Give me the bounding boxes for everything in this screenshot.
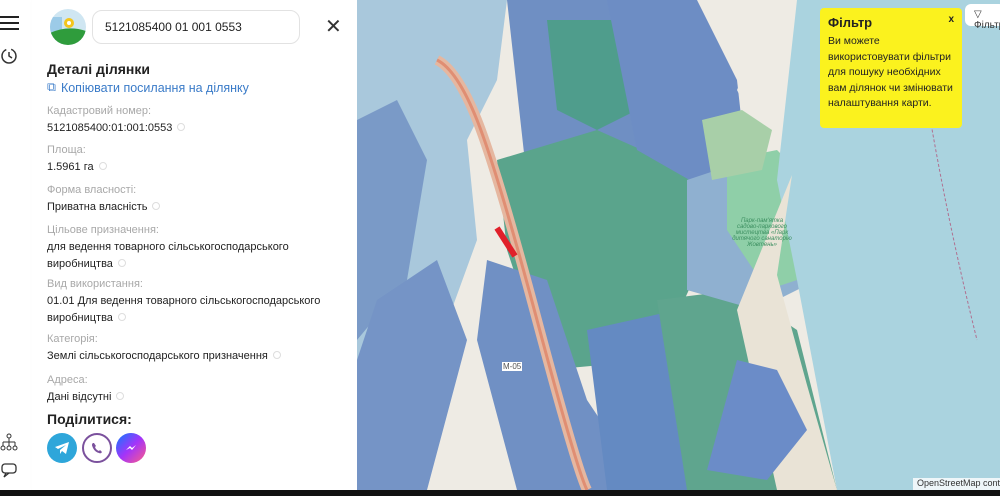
- telegram-share-button[interactable]: [47, 433, 77, 463]
- viber-icon: [92, 443, 102, 454]
- field-label: Цільове призначення:: [47, 224, 159, 236]
- menu-icon[interactable]: [0, 12, 22, 34]
- close-icon[interactable]: ✕: [325, 14, 342, 39]
- park-label: Парк-пам'ятка садово-паркового мистецтва…: [732, 218, 792, 248]
- copy-icon: ⧉: [47, 80, 56, 94]
- field-area: Площа: 1.5961 га: [47, 143, 347, 176]
- field-cadastral-number: Кадастровий номер: 5121085400:01:001:0553: [47, 104, 347, 137]
- app-logo[interactable]: [50, 9, 86, 45]
- icon-rail: [0, 0, 32, 490]
- field-value: 1.5961 га: [47, 161, 94, 173]
- history-icon[interactable]: [0, 44, 22, 66]
- copy-icon[interactable]: [116, 392, 125, 400]
- field-label: Адреса:: [47, 374, 88, 386]
- field-address: Адреса: Дані відсутні: [47, 373, 347, 406]
- field-label: Вид використання:: [47, 278, 143, 290]
- filter-tooltip: Фільтр Ви можете використовувати фільтри…: [820, 8, 962, 128]
- messenger-share-button[interactable]: [116, 433, 146, 463]
- copy-icon[interactable]: [117, 313, 126, 321]
- field-label: Форма власності:: [47, 184, 137, 196]
- share-title: Поділитися:: [47, 411, 132, 427]
- copy-link-button[interactable]: ⧉ Копіювати посилання на ділянку: [47, 80, 249, 95]
- messenger-icon: [126, 445, 136, 450]
- filter-icon: ▽: [974, 9, 982, 20]
- field-purpose: Цільове призначення: для ведення товарног…: [47, 223, 307, 273]
- field-value: Землі сільськогосподарського призначення: [47, 350, 268, 362]
- panel-title: Деталі ділянки: [47, 61, 150, 77]
- tooltip-text: Ви можете використовувати фільтри для по…: [828, 35, 953, 109]
- field-label: Кадастровий номер:: [47, 105, 152, 117]
- field-value: для ведення товарного сільськогосподарсь…: [47, 241, 289, 270]
- viber-share-button[interactable]: [82, 433, 112, 463]
- field-value: Дані відсутні: [47, 391, 112, 403]
- copy-icon[interactable]: [98, 162, 107, 170]
- filter-button-label: Фільтр: [974, 20, 1000, 31]
- field-value: Приватна власність: [47, 201, 148, 213]
- filter-button[interactable]: ▽ Фільтр: [965, 4, 1000, 31]
- copy-icon[interactable]: [272, 351, 281, 359]
- field-usage: Вид використання: 01.01 Для ведення товар…: [47, 277, 327, 327]
- parcel-details-panel: 5121085400 01 001 0553 ✕ Деталі ділянки …: [32, 0, 357, 490]
- field-category: Категорія: Землі сільськогосподарського п…: [47, 332, 347, 365]
- field-value: 5121085400:01:001:0553: [47, 122, 173, 134]
- search-input[interactable]: 5121085400 01 001 0553: [92, 10, 300, 44]
- tooltip-title: Фільтр: [828, 15, 873, 30]
- field-value: 01.01 Для ведення товарного сільськогосп…: [47, 295, 321, 324]
- tooltip-close-button[interactable]: x: [948, 14, 954, 25]
- copy-icon[interactable]: [152, 202, 161, 210]
- chat-icon[interactable]: [0, 460, 22, 482]
- field-ownership: Форма власності: Приватна власність: [47, 183, 347, 216]
- copy-icon[interactable]: [177, 123, 186, 131]
- road-label: М-05: [502, 362, 523, 371]
- copy-icon[interactable]: [117, 259, 126, 267]
- telegram-icon: [55, 442, 69, 454]
- copy-link-label: Копіювати посилання на ділянку: [60, 80, 249, 95]
- field-label: Площа:: [47, 144, 86, 156]
- field-label: Категорія:: [47, 333, 98, 345]
- map-attribution[interactable]: OpenStreetMap contributors: [913, 478, 1000, 490]
- hierarchy-icon[interactable]: [0, 432, 22, 454]
- bottom-bar: [0, 490, 1000, 496]
